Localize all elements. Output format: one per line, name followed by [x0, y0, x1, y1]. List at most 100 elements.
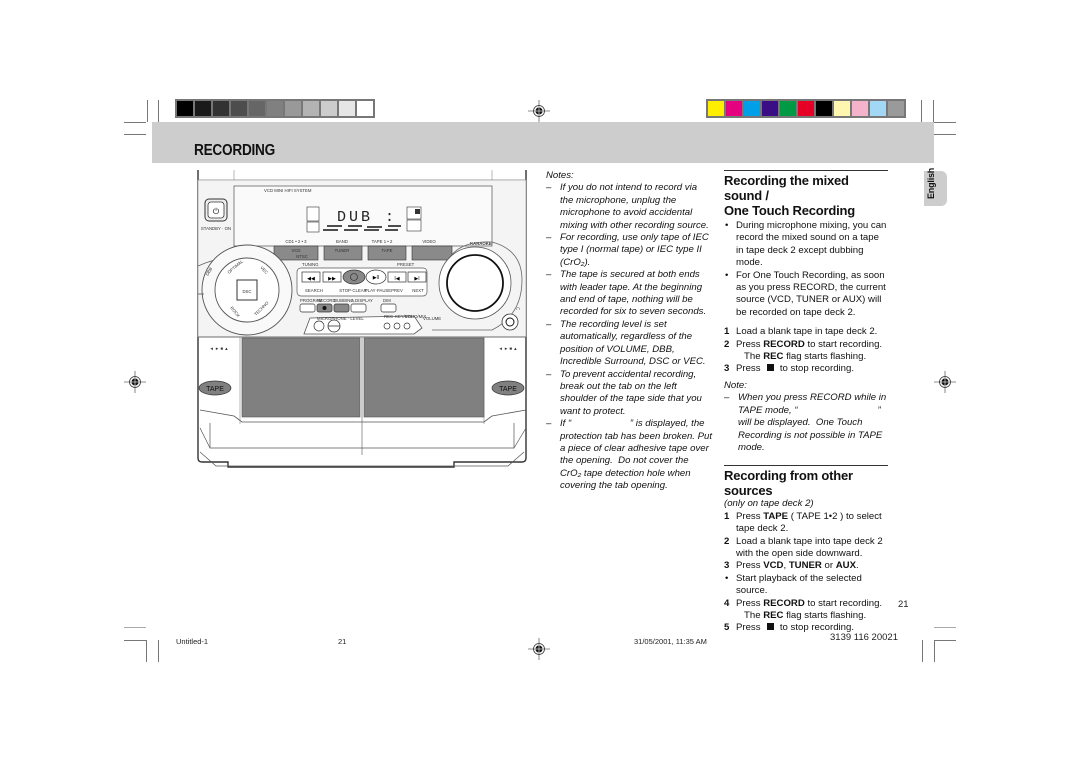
registration-mark-icon — [528, 638, 550, 660]
svg-text:VIDEO: VIDEO — [422, 239, 436, 244]
svg-text:▶II: ▶II — [373, 275, 380, 281]
svg-text:CD1 • 2 • 3: CD1 • 2 • 3 — [285, 239, 307, 244]
svg-text:TAPE 1 • 2: TAPE 1 • 2 — [372, 239, 393, 244]
svg-text:▶▶: ▶▶ — [328, 276, 336, 282]
display-readout: DUB : — [337, 209, 397, 226]
gray-swatch-0 — [177, 101, 193, 116]
crop-mark — [124, 122, 146, 123]
svg-text:I◀: I◀ — [394, 276, 399, 282]
color-swatch-3 — [762, 101, 778, 116]
crop-mark — [124, 640, 146, 641]
other-sources-heading: Recording from other sources — [724, 468, 853, 499]
svg-text:PRESET: PRESET — [397, 262, 415, 267]
note-item: – To prevent accidental recording, break … — [546, 368, 702, 417]
svg-text:TAPE: TAPE — [206, 386, 224, 393]
color-swatch-10 — [888, 101, 904, 116]
svg-text:DSC: DSC — [242, 289, 251, 294]
svg-text:STOP·CLEAR: STOP·CLEAR — [339, 288, 366, 293]
color-swatch-1 — [726, 101, 742, 116]
crop-mark — [934, 134, 956, 135]
other-step-3: 3 Press VCD, TUNER or AUX. — [724, 560, 859, 572]
crop-mark — [146, 640, 147, 662]
color-swatch-6 — [816, 101, 832, 116]
gray-swatch-6 — [285, 101, 301, 116]
crop-mark — [922, 640, 923, 662]
other-step-1: 1 Press TAPE ( TAPE 1•2 ) to select tape … — [724, 510, 882, 535]
notes-column: Notes: – If you do not intend to record v… — [546, 170, 712, 493]
footer-datetime: 31/05/2001, 11:35 AM — [634, 637, 707, 646]
tape-deck-2-window — [363, 337, 485, 418]
section-rule — [724, 170, 888, 171]
crop-mark — [147, 100, 148, 122]
section-rule — [724, 465, 888, 467]
mixed-bullet: • For One Touch Recording, as soon as you… — [725, 269, 886, 318]
gray-swatch-1 — [195, 101, 211, 116]
svg-text:BAND: BAND — [336, 239, 348, 244]
mixed-step-3: 3 Press to stop recording. — [724, 363, 854, 375]
tape-deck-1-window — [241, 337, 361, 418]
crop-mark — [921, 100, 922, 122]
crop-mark — [934, 122, 956, 123]
registration-mark-icon — [934, 371, 956, 393]
color-swatch-8 — [852, 101, 868, 116]
headphone-icon: ∩ — [516, 306, 520, 312]
color-swatch-2 — [744, 101, 760, 116]
svg-text:SEARCH: SEARCH — [305, 288, 323, 293]
svg-text:TUNER: TUNER — [335, 248, 350, 253]
note-item: – If “ ” is displayed, the protection tab… — [546, 418, 715, 492]
device-illustration: ⏻ STANDBY · ON VCD MINI HIFI SYSTEM DUB … — [197, 170, 527, 468]
footer-filename: Untitled-1 — [176, 637, 209, 646]
svg-text:◀◀: ◀◀ — [307, 276, 315, 282]
gray-swatch-5 — [267, 101, 283, 116]
rec-flag-note: The REC flag starts flashing. — [744, 609, 867, 621]
svg-text:TAPE: TAPE — [382, 248, 393, 253]
volume-knob — [446, 254, 504, 312]
svg-text:▶I: ▶I — [414, 276, 419, 282]
color-swatch-0 — [708, 101, 724, 116]
svg-text:PREV: PREV — [391, 288, 403, 293]
program-button — [299, 303, 316, 313]
svg-text:PLAY·PAUSE: PLAY·PAUSE — [365, 288, 391, 293]
mixed-heading: Recording the mixed sound / One Touch Re… — [724, 173, 856, 218]
rec-flag-note: The REC flag starts flashing. — [744, 351, 867, 363]
color-swatch-bar — [706, 99, 906, 118]
svg-text:VCD: VCD — [291, 248, 300, 253]
color-swatch-7 — [834, 101, 850, 116]
svg-text:NEXT: NEXT — [412, 288, 424, 293]
note-item: – For recording, use only tape of IEC typ… — [546, 232, 709, 268]
gray-swatch-3 — [231, 101, 247, 116]
deck2-labels: ◄ ► ■ ▲ — [499, 346, 518, 351]
mixed-step-2: 2 Press RECORD to start recording. — [724, 338, 883, 350]
system-name-label: VCD MINI HIFI SYSTEM — [264, 188, 312, 193]
svg-text:MICROPHONE · LEVEL: MICROPHONE · LEVEL — [317, 316, 364, 321]
mixed-step-1: 1 Load a blank tape in tape deck 2. — [724, 326, 878, 338]
svg-text:TUNING: TUNING — [302, 262, 319, 267]
other-sources-subtitle: (only on tape deck 2) — [724, 498, 814, 510]
dim-button — [380, 303, 397, 313]
crop-mark — [124, 627, 146, 628]
registration-mark-icon — [124, 371, 146, 393]
mic-jack — [313, 320, 325, 332]
color-swatch-5 — [798, 101, 814, 116]
instructions-column: Recording the mixed sound / One Touch Re… — [724, 170, 888, 635]
svg-text:A.DISPLAY: A.DISPLAY — [351, 298, 373, 303]
color-swatch-4 — [780, 101, 796, 116]
crop-mark — [124, 134, 146, 135]
svg-text:TAPE: TAPE — [499, 386, 517, 393]
crop-mark — [934, 640, 956, 641]
footer-page: 21 — [338, 637, 347, 646]
gray-swatch-4 — [249, 101, 265, 116]
gray-swatch-9 — [339, 101, 355, 116]
dubbing-button — [333, 303, 350, 313]
stop-icon — [767, 623, 775, 631]
mixed-note: – When you press RECORD while in TAPE mod… — [724, 392, 889, 453]
section-header-band: RECORDING — [152, 122, 934, 163]
gray-swatch-2 — [213, 101, 229, 116]
stop-button — [342, 269, 366, 285]
mixed-bullet: • During microphone mixing, you can recor… — [725, 220, 887, 269]
notes-heading: Notes: — [546, 170, 574, 181]
color-swatch-9 — [870, 101, 886, 116]
footer-code: 3139 116 20021 — [830, 632, 898, 643]
registration-mark-icon — [528, 100, 550, 122]
note-item: – The tape is secured at both ends with l… — [546, 269, 707, 318]
